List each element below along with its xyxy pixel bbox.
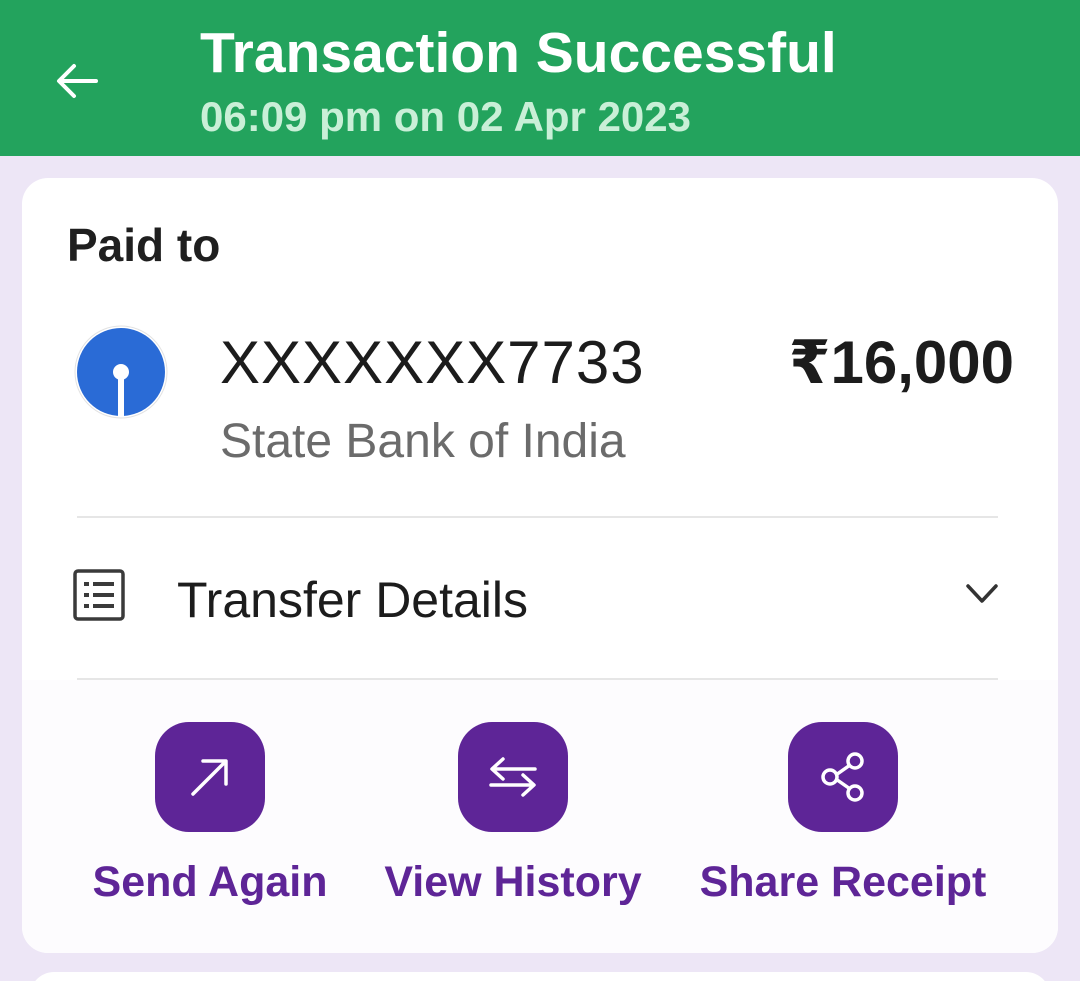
arrow-up-right-icon [191, 759, 228, 796]
app-header: Transaction Successful 06:09 pm on 02 Ap… [0, 0, 1080, 156]
next-card-peek [30, 972, 1050, 981]
arrow-left-icon [57, 64, 98, 98]
swap-arrows-icon [489, 757, 537, 797]
sbi-logo-icon [74, 325, 168, 419]
paid-to-label: Paid to [67, 219, 221, 271]
transfer-details-label: Transfer Details [177, 572, 529, 628]
share-receipt-button[interactable]: Share Receipt [695, 722, 991, 908]
view-history-tile [458, 722, 568, 832]
share-icon [821, 752, 864, 802]
send-again-tile [155, 722, 265, 832]
recipient-account-number: XXXXXXX7733 [220, 329, 645, 396]
send-again-button[interactable]: Send Again [90, 722, 330, 908]
share-receipt-tile [788, 722, 898, 832]
transaction-card: Paid to XXXXXXX7733 State Bank of India … [22, 178, 1058, 953]
share-receipt-label: Share Receipt [699, 858, 987, 906]
view-history-button[interactable]: View History [379, 722, 647, 908]
view-history-label: View History [384, 858, 642, 906]
transaction-amount: ₹16,000 [788, 329, 1014, 396]
chevron-down-icon [966, 584, 998, 603]
send-again-label: Send Again [92, 858, 328, 906]
recipient-bank-name: State Bank of India [220, 415, 626, 468]
list-details-icon [73, 569, 125, 621]
page-title: Transaction Successful [200, 21, 837, 85]
back-button[interactable] [48, 52, 106, 110]
transfer-details-row[interactable]: Transfer Details [22, 518, 1058, 678]
transaction-timestamp: 06:09 pm on 02 Apr 2023 [200, 93, 691, 140]
action-bar: Send Again View History Share Receipt [22, 680, 1058, 953]
